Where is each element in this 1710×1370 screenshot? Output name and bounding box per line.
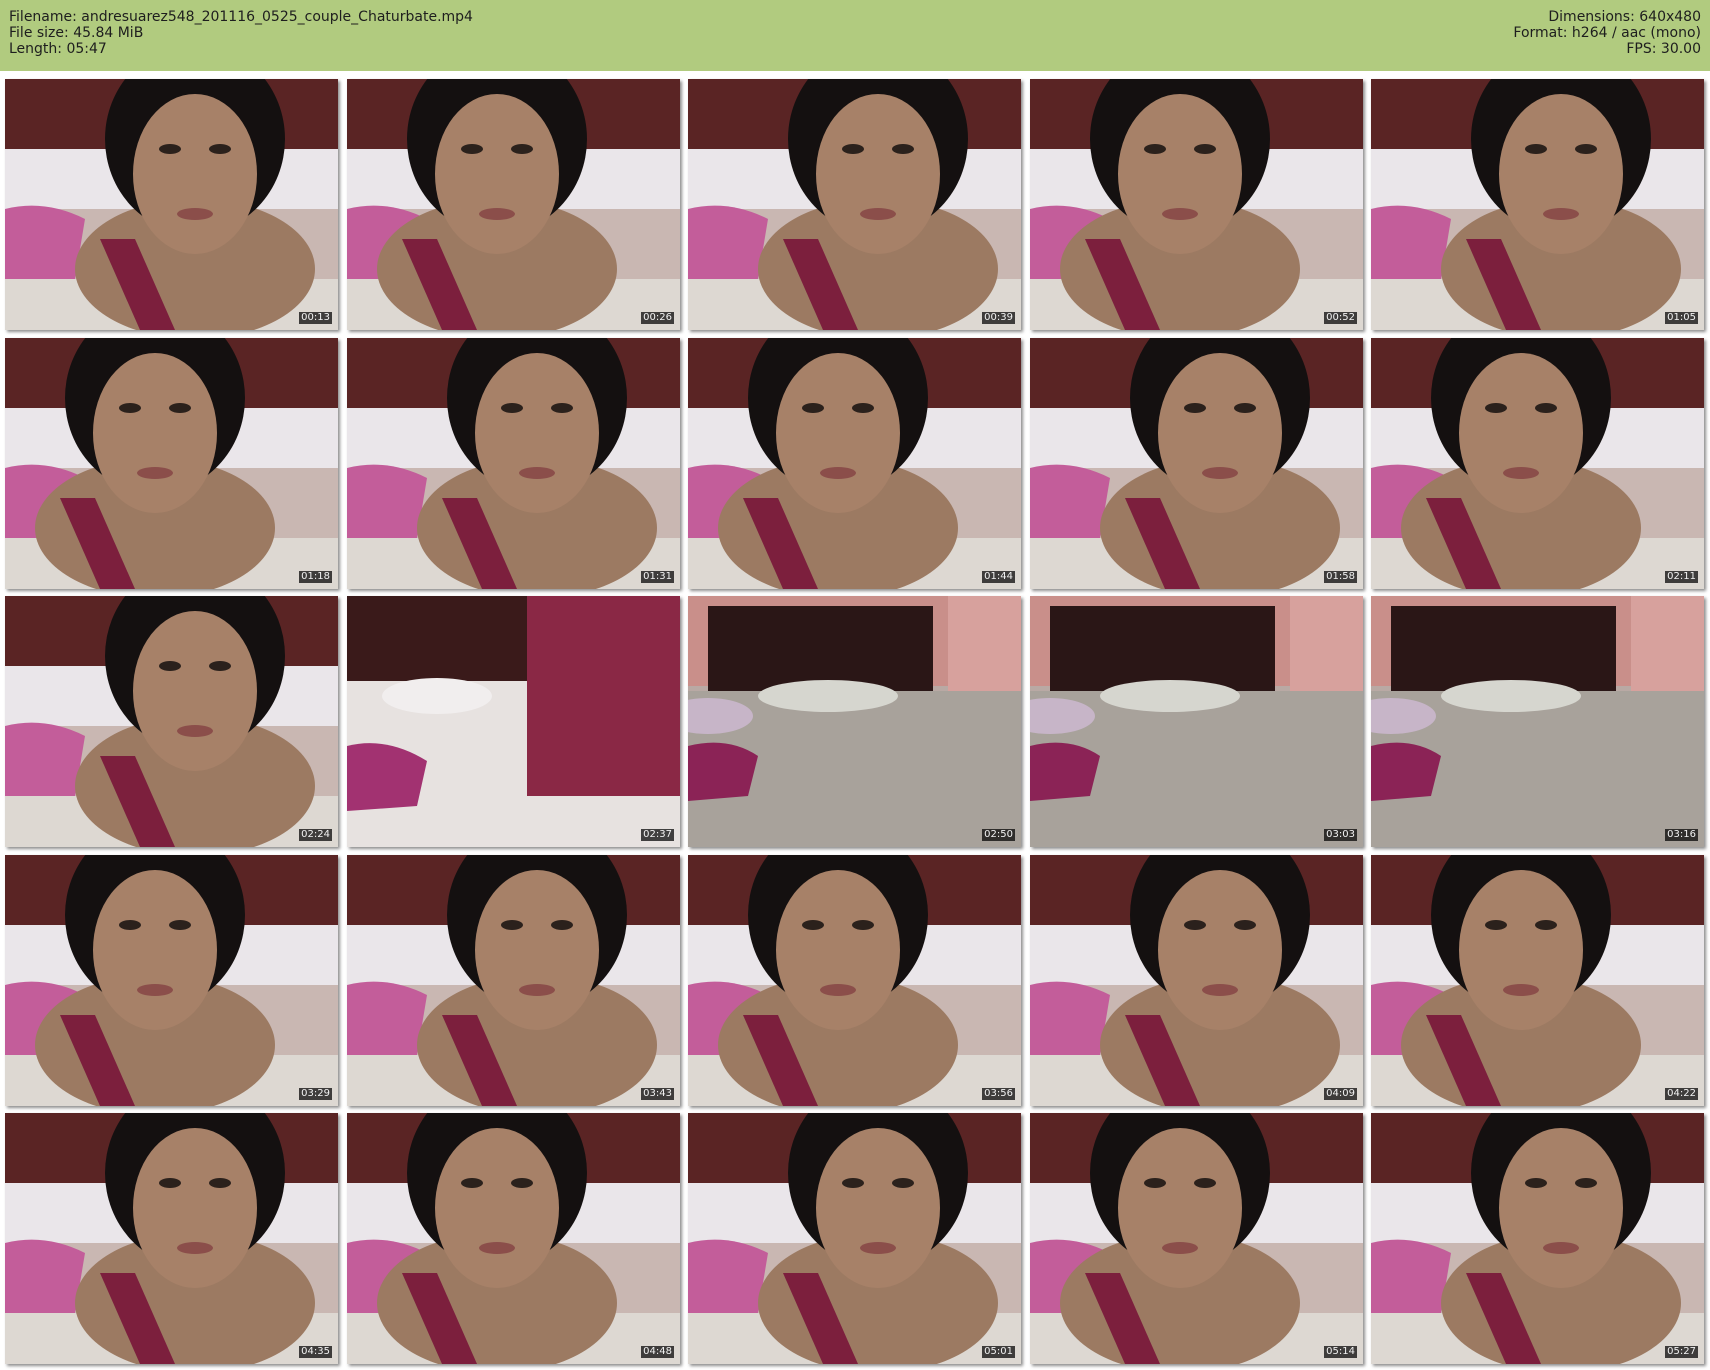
webcam-closeup-scene [1371,855,1704,1106]
empty-bed-scene [688,596,1021,847]
video-thumbnail: 02:24 [5,596,338,847]
filesize-text: File size: 45.84 MiB [9,25,144,41]
thumbnail-timestamp: 01:31 [641,571,674,583]
length-text: Length: 05:47 [9,41,107,57]
empty-bed-scene [1030,596,1363,847]
video-thumbnail: 00:39 [688,79,1021,330]
video-thumbnail: 00:52 [1030,79,1363,330]
thumbnail-timestamp: 00:13 [299,312,332,324]
webcam-closeup-scene [347,79,680,330]
webcam-closeup-scene [1030,1113,1363,1364]
info-header: Filename: andresuarez548_201116_0525_cou… [0,0,1710,71]
webcam-closeup-scene [1030,338,1363,589]
webcam-closeup-scene [347,338,680,589]
video-thumbnail: 01:18 [5,338,338,589]
video-thumbnail: 03:16 [1371,596,1704,847]
thumbnail-timestamp: 01:44 [982,571,1015,583]
thumbnail-timestamp: 01:58 [1324,571,1357,583]
video-thumbnail: 05:01 [688,1113,1021,1364]
video-thumbnail: 01:44 [688,338,1021,589]
thumbnail-timestamp: 04:35 [299,1346,332,1358]
thumbnail-timestamp: 03:29 [299,1088,332,1100]
webcam-closeup-scene [5,79,338,330]
bed-motion-scene [347,596,680,847]
format-text: Format: h264 / aac (mono) [1513,25,1701,41]
file-info-right: Dimensions: 640x480 Format: h264 / aac (… [1513,9,1701,57]
video-thumbnail: 03:43 [347,855,680,1106]
video-thumbnail: 03:03 [1030,596,1363,847]
video-thumbnail: 01:05 [1371,79,1704,330]
video-thumbnail: 02:11 [1371,338,1704,589]
thumbnail-timestamp: 02:24 [299,829,332,841]
webcam-closeup-scene [1371,79,1704,330]
video-thumbnail: 00:26 [347,79,680,330]
thumbnail-timestamp: 03:43 [641,1088,674,1100]
webcam-closeup-scene [5,338,338,589]
webcam-closeup-scene [347,1113,680,1364]
video-thumbnail: 04:48 [347,1113,680,1364]
thumbnail-timestamp: 00:39 [982,312,1015,324]
video-thumbnail: 00:13 [5,79,338,330]
thumbnail-timestamp: 01:05 [1665,312,1698,324]
thumbnail-timestamp: 05:27 [1665,1346,1698,1358]
dimensions-text: Dimensions: 640x480 [1548,9,1701,25]
webcam-closeup-scene [1371,1113,1704,1364]
thumbnail-timestamp: 00:52 [1324,312,1357,324]
video-thumbnail: 03:29 [5,855,338,1106]
thumbnail-timestamp: 04:48 [641,1346,674,1358]
thumbnail-timestamp: 04:22 [1665,1088,1698,1100]
video-thumbnail: 05:14 [1030,1113,1363,1364]
thumbnail-timestamp: 02:37 [641,829,674,841]
thumbnail-timestamp: 03:56 [982,1088,1015,1100]
thumbnail-timestamp: 05:14 [1324,1346,1357,1358]
file-info-left: Filename: andresuarez548_201116_0525_cou… [9,9,473,57]
thumbnail-timestamp: 00:26 [641,312,674,324]
thumbnail-timestamp: 03:16 [1665,829,1698,841]
video-thumbnail: 04:35 [5,1113,338,1364]
video-thumbnail: 04:22 [1371,855,1704,1106]
webcam-closeup-scene [5,596,338,847]
video-thumbnail: 04:09 [1030,855,1363,1106]
video-thumbnail: 03:56 [688,855,1021,1106]
webcam-closeup-scene [5,1113,338,1364]
video-thumbnail: 01:58 [1030,338,1363,589]
webcam-closeup-scene [347,855,680,1106]
webcam-closeup-scene [688,79,1021,330]
webcam-closeup-scene [1371,338,1704,589]
webcam-closeup-scene [688,338,1021,589]
webcam-closeup-scene [1030,855,1363,1106]
video-thumbnail: 02:37 [347,596,680,847]
webcam-closeup-scene [688,1113,1021,1364]
thumbnail-timestamp: 01:18 [299,571,332,583]
video-thumbnail: 02:50 [688,596,1021,847]
thumbnail-timestamp: 04:09 [1324,1088,1357,1100]
empty-bed-scene [1371,596,1704,847]
webcam-closeup-scene [688,855,1021,1106]
thumbnail-timestamp: 02:11 [1665,571,1698,583]
video-thumbnail: 05:27 [1371,1113,1704,1364]
thumbnail-timestamp: 02:50 [982,829,1015,841]
thumbnail-timestamp: 03:03 [1324,829,1357,841]
video-thumbnail: 01:31 [347,338,680,589]
thumbnail-timestamp: 05:01 [982,1346,1015,1358]
webcam-closeup-scene [5,855,338,1106]
thumbnail-grid: 00:13 00:26 00:39 00:52 01:05 01:18 01:31 01:44… [5,79,1705,1364]
filename-text: Filename: andresuarez548_201116_0525_cou… [9,9,473,25]
webcam-closeup-scene [1030,79,1363,330]
fps-text: FPS: 30.00 [1626,41,1701,57]
